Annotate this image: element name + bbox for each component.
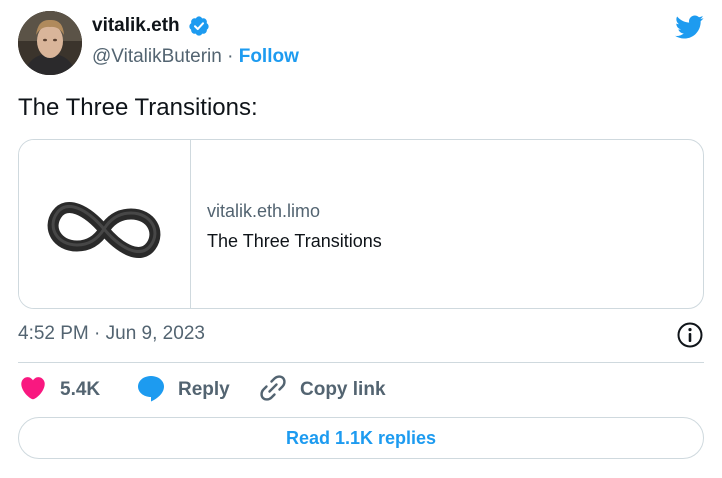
card-image[interactable] — [19, 140, 191, 308]
link-icon — [258, 373, 288, 408]
tweet-text: The Three Transitions: — [18, 94, 258, 121]
handle-row: @VitalikButerin · Follow — [92, 46, 299, 68]
like-button[interactable]: 5.4K — [18, 374, 100, 406]
follow-button[interactable]: Follow — [239, 46, 299, 67]
card-title: The Three Transitions — [207, 231, 382, 251]
speech-bubble-icon — [136, 373, 166, 408]
heart-icon — [18, 374, 48, 407]
author-display-name[interactable]: vitalik.eth — [92, 15, 180, 37]
handle-separator: · — [227, 46, 234, 67]
infinity-icon — [47, 202, 161, 258]
like-count: 5.4K — [60, 379, 101, 400]
twitter-bird-icon[interactable] — [672, 12, 706, 42]
avatar-photo — [18, 11, 82, 75]
author-handle[interactable]: @VitalikButerin — [92, 46, 222, 67]
link-preview-card[interactable]: vitalik.eth.limo The Three Transitions — [18, 139, 704, 309]
divider — [18, 362, 704, 363]
reply-button[interactable]: Reply — [136, 374, 230, 406]
info-icon[interactable] — [676, 321, 704, 349]
copy-link-button[interactable]: Copy link — [258, 374, 386, 406]
reply-label: Reply — [178, 379, 230, 400]
tweet-timestamp[interactable]: 4:52 PM · Jun 9, 2023 — [18, 323, 205, 345]
verified-badge-icon — [188, 15, 210, 37]
card-domain: vitalik.eth.limo — [207, 201, 321, 221]
copy-link-label: Copy link — [300, 379, 386, 400]
read-replies-button[interactable]: Read 1.1K replies — [18, 417, 704, 459]
avatar[interactable] — [18, 11, 82, 75]
